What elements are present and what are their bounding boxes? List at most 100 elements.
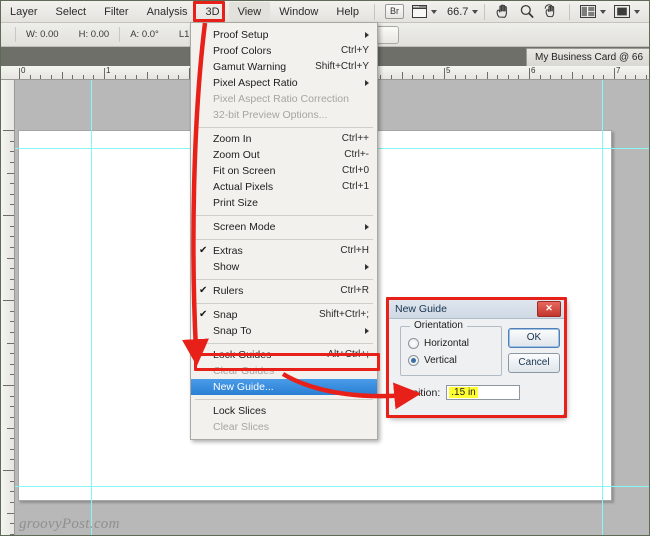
ruler-tick [508, 75, 509, 79]
hand-tool-icon [496, 4, 508, 18]
submenu-arrow-icon [365, 80, 369, 86]
menu-item-label: Extras [213, 245, 243, 257]
menu-item-label: Proof Setup [213, 29, 269, 41]
menu-view[interactable]: View [228, 1, 271, 22]
guide-horizontal-bottom[interactable] [15, 486, 649, 487]
menu-item-zoom-out[interactable]: Zoom Out Ctrl+- [191, 147, 377, 163]
ruler-tick [10, 236, 14, 237]
zoom-chevron-down-icon[interactable] [472, 9, 479, 14]
ruler-tick [497, 75, 498, 79]
menu-item-snap-to[interactable]: Snap To [191, 323, 377, 339]
menu-item-extras[interactable]: ✔ Extras Ctrl+H [191, 243, 377, 259]
menu-item-snap[interactable]: ✔ Snap Shift+Ctrl+; [191, 307, 377, 323]
arrange-documents-icon [580, 5, 597, 18]
ruler-tick [10, 194, 14, 195]
menu-item-label: Pixel Aspect Ratio Correction [213, 93, 349, 105]
menu-item-label: Snap To [213, 325, 252, 337]
photoshop-window: Layer Select Filter Analysis 3D View Win… [0, 0, 650, 536]
menu-item-clear-slices: Clear Slices [191, 419, 377, 435]
ruler-tick [10, 502, 14, 503]
submenu-arrow-icon [365, 264, 369, 270]
checkmark-icon: ✔ [199, 245, 208, 256]
menu-item-label: Actual Pixels [213, 181, 274, 193]
menu-item-lock-slices[interactable]: Lock Slices [191, 403, 377, 419]
menu-item-label: Print Size [213, 197, 258, 209]
menu-analysis[interactable]: Analysis [138, 2, 197, 22]
ruler-tick [402, 72, 403, 79]
rotate-view-tool-button[interactable] [539, 3, 563, 21]
bridge-button[interactable]: Br [381, 3, 408, 21]
annotation-rect-view-menu [193, 1, 225, 22]
ruler-tick [147, 72, 148, 79]
rotate-view-tool-icon [545, 4, 555, 18]
menu-item-shortcut: Ctrl+H [340, 245, 369, 256]
ruler-tick [10, 279, 14, 280]
ruler-tick [412, 75, 413, 79]
ruler-tick [72, 75, 73, 79]
ruler-label: 6 [531, 66, 536, 75]
menu-item-rulers[interactable]: ✔ Rulers Ctrl+R [191, 283, 377, 299]
angle-readout: A: 0.0° [130, 29, 159, 40]
menu-bar: Layer Select Filter Analysis 3D View Win… [1, 1, 649, 23]
menu-separator [195, 239, 373, 240]
ruler-tick [83, 75, 84, 79]
menu-item-shortcut: Ctrl+1 [342, 181, 369, 192]
menu-filter[interactable]: Filter [95, 2, 137, 22]
ruler-tick [3, 130, 14, 131]
menu-item-label: Gamut Warning [213, 61, 287, 73]
ruler-tick [10, 162, 14, 163]
menu-item-show[interactable]: Show [191, 259, 377, 275]
menu-item-proof-setup[interactable]: Proof Setup [191, 27, 377, 43]
ruler-tick [3, 300, 14, 301]
zoom-level-value[interactable]: 66.7 [441, 6, 468, 18]
zoom-tool-button[interactable] [515, 3, 539, 21]
ruler-tick [10, 332, 14, 333]
menu-item-zoom-in[interactable]: Zoom In Ctrl++ [191, 131, 377, 147]
menu-layer[interactable]: Layer [1, 2, 47, 22]
ruler-tick [7, 343, 14, 344]
menu-separator [195, 127, 373, 128]
ruler-tick [10, 141, 14, 142]
menu-item-screen-mode[interactable]: Screen Mode [191, 219, 377, 235]
ruler-tick [10, 374, 14, 375]
menu-item-shortcut: Ctrl+Y [340, 45, 369, 56]
screen-layout-button[interactable] [408, 3, 441, 21]
ruler-tick [10, 247, 14, 248]
ruler-tick [10, 491, 14, 492]
arrange-documents-button[interactable] [576, 3, 610, 21]
menu-item-new-guide[interactable]: New Guide... [191, 379, 377, 395]
menu-item-pixel-aspect-ratio[interactable]: Pixel Aspect Ratio [191, 75, 377, 91]
menu-item-label: Snap [213, 309, 238, 321]
screen-mode-chevron-down-icon [634, 9, 641, 14]
ruler-tick [10, 438, 14, 439]
menu-item-actual-pixels[interactable]: Actual Pixels Ctrl+1 [191, 179, 377, 195]
ruler-tick [10, 364, 14, 365]
ruler-label: 5 [446, 66, 451, 75]
checkmark-icon: ✔ [199, 285, 208, 296]
menu-item-proof-colors[interactable]: Proof Colors Ctrl+Y [191, 43, 377, 59]
ruler-label: 7 [616, 66, 621, 75]
ruler-tick [93, 75, 94, 79]
ruler-tick [10, 204, 14, 205]
ruler-tick [7, 513, 14, 514]
menu-select[interactable]: Select [47, 2, 96, 22]
ruler-tick [487, 72, 488, 79]
document-tab[interactable]: My Business Card @ 66 [526, 48, 649, 66]
menu-help[interactable]: Help [327, 2, 368, 22]
menu-item-gamut-warning[interactable]: Gamut Warning Shift+Ctrl+Y [191, 59, 377, 75]
vertical-ruler[interactable] [1, 80, 15, 535]
screen-layout-chevron-down-icon [431, 9, 437, 14]
ruler-tick [104, 68, 105, 79]
groovypost-watermark: groovyPost.com [19, 516, 120, 532]
screen-layout-icon [412, 5, 427, 18]
menu-item-shortcut: Ctrl+R [340, 285, 369, 296]
hand-tool-button[interactable] [491, 3, 515, 21]
submenu-arrow-icon [365, 32, 369, 38]
menu-window[interactable]: Window [270, 2, 327, 22]
screen-mode-button[interactable] [610, 3, 644, 21]
checkmark-icon: ✔ [199, 309, 208, 320]
ruler-tick [518, 75, 519, 79]
ruler-tick [10, 311, 14, 312]
menu-item-print-size[interactable]: Print Size [191, 195, 377, 211]
menu-item-fit-on-screen[interactable]: Fit on Screen Ctrl+0 [191, 163, 377, 179]
